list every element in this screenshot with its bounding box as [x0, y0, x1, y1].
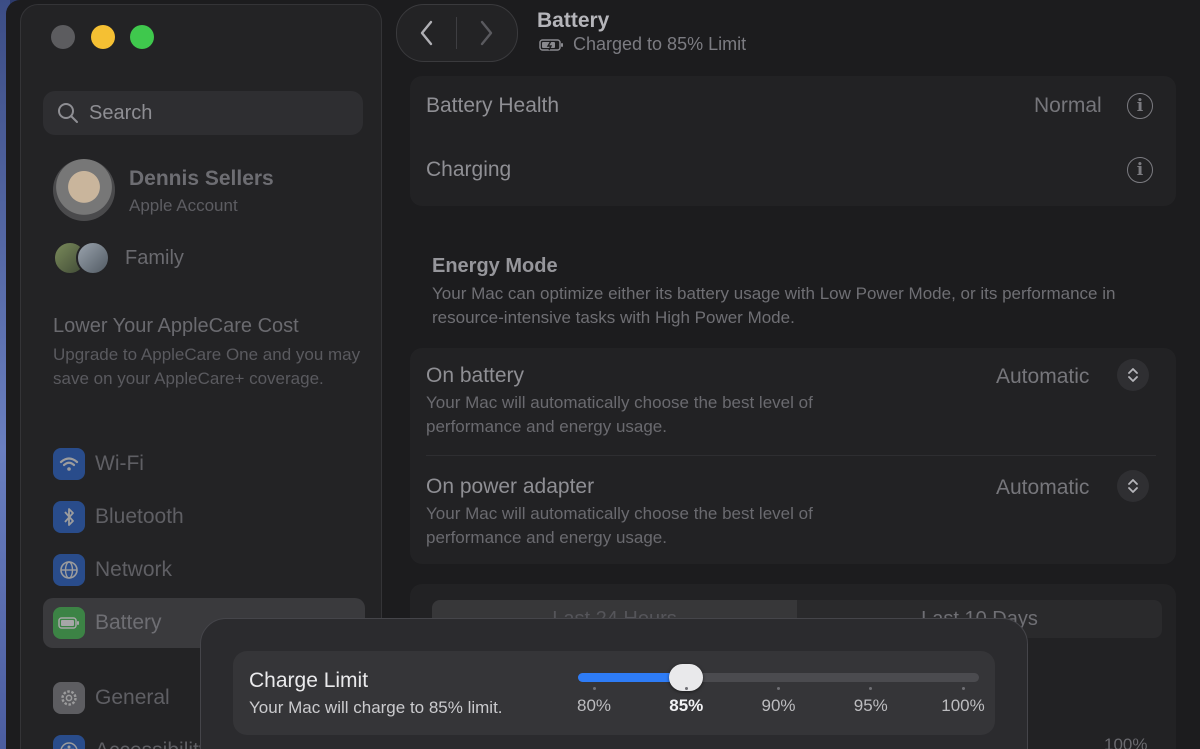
charging-info-icon[interactable]: i: [1127, 157, 1153, 183]
sidebar-item-network[interactable]: Network: [43, 545, 365, 595]
battery-charging-icon: [539, 38, 563, 51]
sidebar-item-label: Accessibility: [95, 739, 209, 749]
slider-tick-label[interactable]: 95%: [854, 696, 888, 716]
battery-status: Charged to 85% Limit: [539, 34, 746, 55]
back-button[interactable]: [417, 19, 437, 47]
on-power-adapter-description: Your Mac will automatically choose the b…: [426, 504, 813, 547]
on-battery-popup-button[interactable]: [1117, 359, 1149, 391]
search-icon: [58, 103, 78, 123]
slider-tick-mark: [961, 687, 965, 690]
chevron-up-down-icon: [1128, 368, 1138, 382]
slider-tick-label[interactable]: 85%: [669, 696, 703, 716]
battery-health-value: Normal: [1034, 94, 1102, 117]
slider-tick-mark: [869, 687, 873, 690]
usage-axis-label: 100%: [1104, 735, 1148, 749]
globe-icon: [53, 554, 85, 586]
zoom-button[interactable]: [130, 25, 154, 49]
chevron-up-down-icon: [1128, 479, 1138, 493]
family-avatar: [76, 241, 110, 275]
slider-tick-label[interactable]: 100%: [941, 696, 984, 716]
on-power-adapter-label: On power adapter: [426, 475, 595, 498]
row-separator: [426, 455, 1156, 456]
charge-limit-title: Charge Limit: [249, 669, 369, 692]
avatar[interactable]: [53, 159, 115, 221]
applecare-promo-body: Upgrade to AppleCare One and you may sav…: [53, 345, 361, 388]
slider-tick-mark: [684, 687, 688, 690]
user-account-label[interactable]: Apple Account: [129, 196, 238, 216]
search-input[interactable]: Search: [43, 91, 363, 135]
minimize-button[interactable]: [91, 25, 115, 49]
battery-health-info-icon[interactable]: i: [1127, 93, 1153, 119]
bluetooth-icon: [53, 501, 85, 533]
wifi-icon: [53, 448, 85, 480]
sidebar-item-label: Network: [95, 558, 173, 581]
charging-label: Charging: [426, 158, 512, 181]
on-battery-description: Your Mac will automatically choose the b…: [426, 393, 813, 436]
charge-limit-popover: Charge Limit Your Mac will charge to 85%…: [200, 618, 1028, 749]
on-battery-label: On battery: [426, 364, 525, 387]
on-power-adapter-value[interactable]: Automatic: [996, 476, 1089, 500]
charged-status-label: Charged to 85% Limit: [573, 34, 747, 54]
accessibility-icon: [53, 735, 85, 749]
sidebar-item-family[interactable]: Family: [125, 247, 184, 270]
applecare-promo-title[interactable]: Lower Your AppleCare Cost: [53, 315, 299, 338]
user-name[interactable]: Dennis Sellers: [129, 167, 274, 191]
charge-limit-description: Your Mac will charge to 85% limit.: [249, 698, 503, 717]
slider-tick-mark: [592, 687, 596, 690]
sidebar-item-label: General: [95, 686, 170, 709]
battery-health-label: Battery Health: [426, 94, 560, 117]
nav-divider: [456, 17, 457, 49]
charge-limit-card: Charge Limit Your Mac will charge to 85%…: [233, 651, 995, 735]
on-battery-value[interactable]: Automatic: [996, 365, 1089, 389]
energy-mode-description: Your Mac can optimize either its battery…: [432, 284, 1116, 327]
search-placeholder: Search: [89, 101, 153, 124]
navigation-buttons: [396, 4, 518, 62]
sidebar-item-label: Bluetooth: [95, 505, 184, 528]
sidebar-item-wifi[interactable]: Wi-Fi: [43, 439, 365, 489]
on-power-adapter-popup-button[interactable]: [1117, 470, 1149, 502]
forward-button[interactable]: [476, 19, 496, 47]
battery-icon: [53, 607, 85, 639]
charge-limit-slider[interactable]: [578, 664, 979, 691]
sidebar-item-bluetooth[interactable]: Bluetooth: [43, 492, 365, 542]
page-title: Battery: [537, 9, 610, 32]
energy-mode-title: Energy Mode: [432, 255, 558, 277]
slider-tick-label[interactable]: 80%: [577, 696, 611, 716]
slider-tick-label[interactable]: 90%: [761, 696, 795, 716]
system-settings-window: Search Dennis Sellers Apple Account Fami…: [6, 0, 1200, 749]
sidebar-item-label: Battery: [95, 611, 162, 634]
slider-tick-mark: [777, 687, 780, 690]
sidebar-item-label: Wi-Fi: [95, 452, 144, 475]
gear-icon: [53, 682, 85, 714]
close-button[interactable]: [51, 25, 75, 49]
